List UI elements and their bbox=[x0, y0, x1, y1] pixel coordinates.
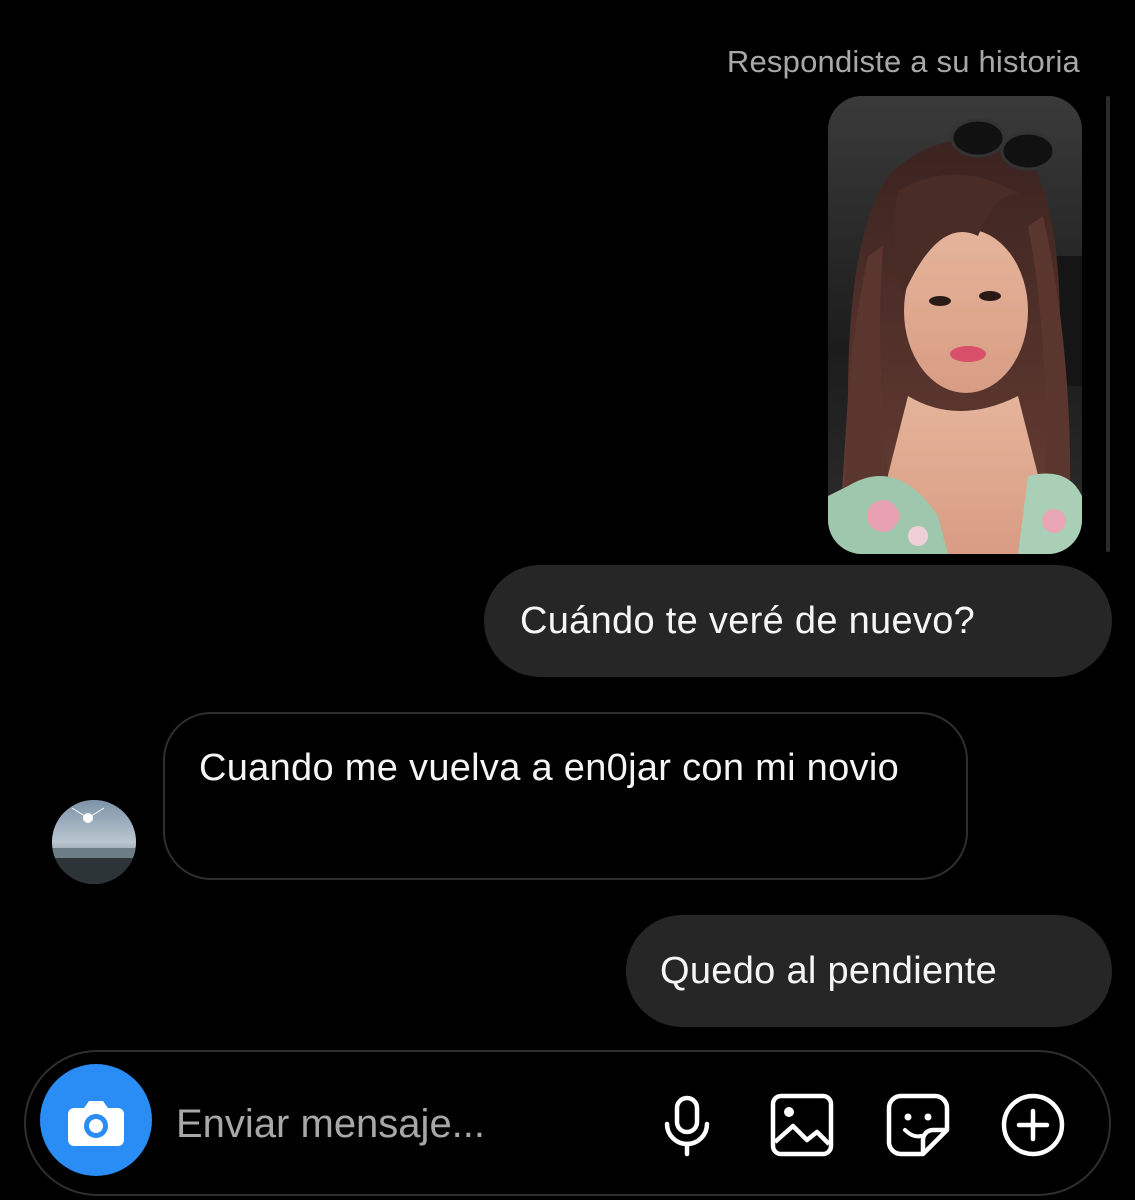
scroll-indicator bbox=[1106, 96, 1110, 552]
story-reply-label: Respondiste a su historia bbox=[726, 44, 1080, 79]
more-options-button[interactable] bbox=[998, 1090, 1068, 1160]
story-thumbnail[interactable] bbox=[828, 96, 1082, 554]
outgoing-message[interactable]: Cuándo te veré de nuevo? bbox=[484, 565, 1112, 677]
camera-button[interactable] bbox=[40, 1064, 152, 1176]
contact-avatar[interactable] bbox=[52, 800, 136, 884]
gallery-icon bbox=[770, 1093, 834, 1157]
gallery-button[interactable] bbox=[767, 1090, 837, 1160]
plus-icon bbox=[1001, 1093, 1065, 1157]
sticker-button[interactable] bbox=[883, 1090, 953, 1160]
outgoing-message[interactable]: Quedo al pendiente bbox=[626, 915, 1112, 1027]
camera-icon bbox=[68, 1101, 124, 1146]
sticker-icon bbox=[886, 1093, 950, 1157]
microphone-button[interactable] bbox=[652, 1090, 722, 1160]
incoming-message[interactable]: Cuando me vuelva a en0jar con mi novio bbox=[163, 712, 968, 880]
story-photo-image bbox=[828, 96, 1082, 554]
microphone-icon bbox=[664, 1095, 710, 1157]
avatar-image bbox=[52, 800, 136, 884]
message-input[interactable] bbox=[176, 1096, 616, 1152]
